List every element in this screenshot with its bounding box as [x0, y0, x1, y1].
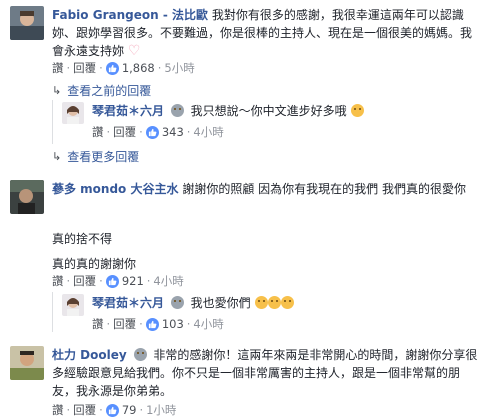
person-icon [133, 348, 147, 361]
like-count-value: 103 [161, 317, 184, 331]
reply-arrow-icon: ↳ [52, 150, 62, 163]
thumbs-up-icon [105, 61, 119, 75]
like-count-value: 921 [121, 274, 144, 288]
avatar[interactable] [62, 102, 84, 124]
thumbs-up-icon [105, 274, 119, 288]
like-button[interactable]: 讚 [52, 273, 64, 289]
reply-arrow-icon: ↳ [52, 84, 62, 97]
comment-body: 杜力 Dooley 非常的感謝你！這兩年來兩是非常開心的時間，謝謝你分享很多經驗… [52, 346, 480, 400]
comment-author[interactable]: 蔘多 mondo 大谷主水 [52, 182, 178, 196]
timestamp[interactable]: 1小時 [146, 402, 176, 418]
reply-body: 琴君茹＊六月 我也愛你們 [92, 294, 482, 312]
reply-button[interactable]: 回覆 [113, 124, 136, 140]
like-count[interactable]: 79 [105, 403, 137, 417]
heart-eyes-emoji-icon [267, 296, 281, 309]
reply-divider [52, 100, 53, 144]
like-button[interactable]: 讚 [92, 124, 104, 140]
reply-button[interactable]: 回覆 [73, 60, 96, 76]
comment-text-line3: 真的真的謝謝你 [52, 257, 137, 271]
reply-body: 琴君茹＊六月 我只想說～你中文進步好多哦 [92, 102, 482, 120]
reply-text: 我只想說～你中文進步好多哦 [190, 104, 347, 118]
timestamp[interactable]: 5小時 [164, 60, 194, 76]
timestamp[interactable]: 4小時 [193, 316, 223, 332]
thumbs-up-icon [105, 403, 119, 417]
like-count[interactable]: 343 [145, 125, 184, 139]
avatar[interactable] [62, 294, 84, 316]
reply-author[interactable]: 琴君茹＊六月 [92, 104, 164, 118]
avatar[interactable] [10, 346, 44, 380]
view-more-replies[interactable]: ↳ 查看更多回覆 [52, 148, 139, 165]
smile-emoji-icon [350, 104, 364, 117]
avatar[interactable] [10, 180, 44, 214]
comment-text: 謝謝你的照顧 因為你有我現在的我們 我們真的很愛你 [182, 182, 466, 196]
heart-icon: ♡ [127, 43, 141, 59]
comment-body: 蔘多 mondo 大谷主水 謝謝你的照顧 因為你有我現在的我們 我們真的很愛你 [52, 180, 480, 198]
comment-actions: 讚 · 回覆 · 1,868 · 5小時 [52, 60, 195, 76]
reply-actions: 讚 · 回覆 · 103 · 4小時 [92, 316, 224, 332]
timestamp[interactable]: 4小時 [153, 273, 183, 289]
like-count-value: 79 [121, 403, 137, 417]
like-count[interactable]: 921 [105, 274, 144, 288]
like-count-value: 1,868 [121, 61, 155, 75]
reply-button[interactable]: 回覆 [113, 316, 136, 332]
reply-actions: 讚 · 回覆 · 343 · 4小時 [92, 124, 224, 140]
view-previous-replies[interactable]: ↳ 查看之前的回覆 [52, 82, 151, 99]
reply-divider [52, 292, 53, 332]
reply-button[interactable]: 回覆 [73, 402, 96, 418]
reply-button[interactable]: 回覆 [73, 273, 96, 289]
comment-author[interactable]: Fabio Grangeon - 法比歐 [52, 8, 208, 22]
comment-actions: 讚 · 回覆 · 79 · 1小時 [52, 402, 177, 418]
view-previous-label[interactable]: 查看之前的回覆 [67, 82, 151, 99]
like-count-value: 343 [161, 125, 184, 139]
view-more-label[interactable]: 查看更多回覆 [67, 148, 139, 165]
thumbs-up-icon [145, 317, 159, 331]
comment-author[interactable]: 杜力 Dooley [52, 348, 127, 362]
comment-actions: 讚 · 回覆 · 921 · 4小時 [52, 273, 184, 289]
like-button[interactable]: 讚 [52, 60, 64, 76]
avatar[interactable] [10, 6, 44, 40]
reply-author[interactable]: 琴君茹＊六月 [92, 296, 164, 310]
heart-eyes-emoji-icon [280, 296, 294, 309]
like-count[interactable]: 1,868 [105, 61, 155, 75]
heart-eyes-emoji-icon [254, 296, 268, 309]
like-button[interactable]: 讚 [52, 402, 64, 418]
like-count[interactable]: 103 [145, 317, 184, 331]
person-icon [170, 296, 184, 309]
like-button[interactable]: 讚 [92, 316, 104, 332]
comment-text-line2: 真的捨不得 [52, 232, 113, 246]
comment-body: Fabio Grangeon - 法比歐 我對你有很多的感謝，我很幸運這兩年可以… [52, 6, 480, 60]
reply-text: 我也愛你們 [190, 296, 251, 310]
timestamp[interactable]: 4小時 [193, 124, 223, 140]
person-icon [170, 104, 184, 117]
thumbs-up-icon [145, 125, 159, 139]
